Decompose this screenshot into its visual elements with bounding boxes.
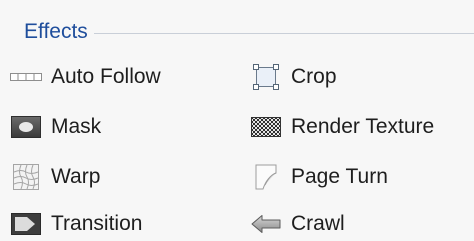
crop-button[interactable]: Crop: [250, 60, 337, 94]
page-turn-icon: [250, 163, 282, 191]
auto-follow-icon: [10, 63, 42, 91]
crawl-icon: [250, 210, 282, 238]
mask-button[interactable]: Mask: [10, 110, 101, 144]
warp-label: Warp: [51, 165, 101, 188]
group-divider: [93, 32, 474, 34]
effects-group-title: Effects: [24, 20, 88, 43]
auto-follow-button[interactable]: Auto Follow: [10, 60, 161, 94]
warp-icon: [10, 163, 42, 191]
render-texture-label: Render Texture: [291, 115, 435, 138]
crawl-button[interactable]: Crawl: [250, 207, 345, 241]
transition-icon: [10, 210, 42, 238]
warp-button[interactable]: Warp: [10, 160, 100, 194]
page-turn-button[interactable]: Page Turn: [250, 160, 388, 194]
render-texture-button[interactable]: Render Texture: [250, 110, 434, 144]
transition-label: Transition: [51, 212, 143, 235]
effects-group-header: Effects: [24, 17, 474, 47]
mask-icon: [10, 113, 42, 141]
auto-follow-label: Auto Follow: [51, 65, 161, 88]
crawl-label: Crawl: [291, 212, 345, 235]
render-texture-icon: [250, 113, 282, 141]
crop-label: Crop: [291, 65, 337, 88]
transition-button[interactable]: Transition: [10, 207, 142, 241]
page-turn-label: Page Turn: [291, 165, 388, 188]
mask-label: Mask: [51, 115, 102, 138]
effects-panel: Effects Auto Follow Mask Warp Transition…: [0, 0, 474, 241]
crop-icon: [250, 63, 282, 91]
